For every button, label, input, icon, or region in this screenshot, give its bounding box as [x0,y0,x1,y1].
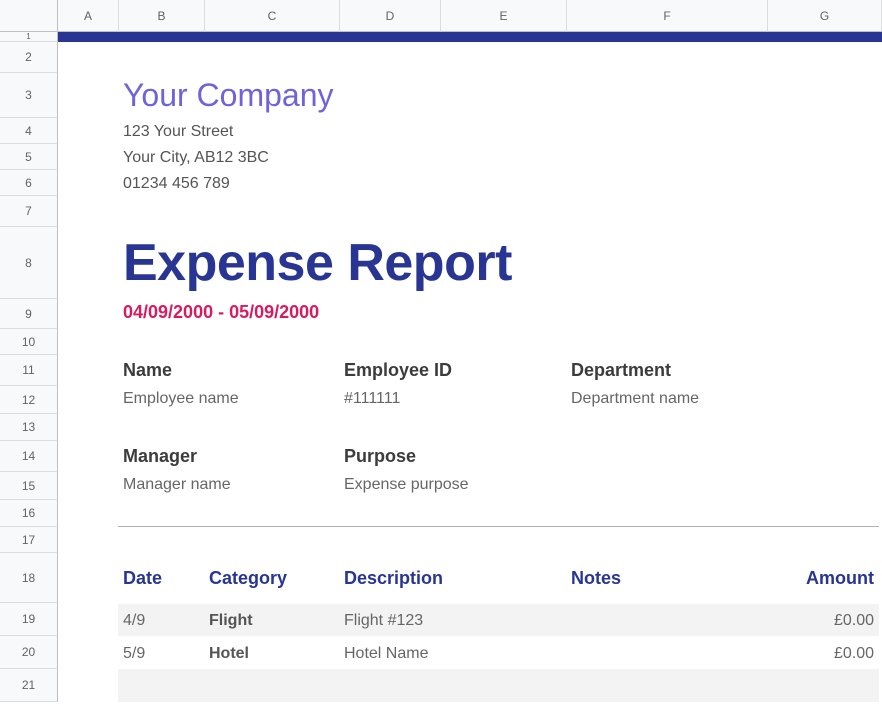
column-header-f[interactable]: F [567,0,768,32]
row-header-4[interactable]: 4 [0,118,58,144]
table-header-notes[interactable]: Notes [571,568,621,589]
row-header-12[interactable]: 12 [0,386,58,414]
row-header-18[interactable]: 18 [0,553,58,603]
row-header-2[interactable]: 2 [0,42,58,73]
purpose-value[interactable]: Expense purpose [344,476,469,494]
company-name[interactable]: Your Company [123,77,334,114]
employee-id-value[interactable]: #111111 [344,390,400,408]
row-2-description[interactable]: Hotel Name [344,645,428,663]
manager-label[interactable]: Manager [123,446,197,467]
company-phone[interactable]: 01234 456 789 [123,175,230,193]
employee-id-label[interactable]: Employee ID [344,360,452,381]
table-header-date[interactable]: Date [123,568,162,589]
column-header-c[interactable]: C [205,0,340,32]
department-label[interactable]: Department [571,360,671,381]
row-header-1[interactable]: 1 [0,32,58,42]
row-header-9[interactable]: 9 [0,299,58,329]
row-header-8[interactable]: 8 [0,227,58,299]
row-2-date[interactable]: 5/9 [123,645,145,663]
accent-bar [58,32,882,42]
report-date-range[interactable]: 04/09/2000 - 05/09/2000 [123,302,319,323]
row-header-16[interactable]: 16 [0,500,58,527]
purpose-label[interactable]: Purpose [344,446,416,467]
row-1-category[interactable]: Flight [209,612,253,630]
report-title[interactable]: Expense Report [123,233,512,293]
table-header-amount[interactable]: Amount [806,568,874,589]
row-header-21[interactable]: 21 [0,669,58,702]
row-header-3[interactable]: 3 [0,73,58,118]
row-2-amount[interactable]: £0.00 [834,645,874,663]
table-header-description[interactable]: Description [344,568,443,589]
row-header-11[interactable]: 11 [0,355,58,386]
row-header-5[interactable]: 5 [0,144,58,170]
row-1-amount[interactable]: £0.00 [834,612,874,630]
row-1-date[interactable]: 4/9 [123,612,145,630]
section-divider [118,526,879,527]
row-header-19[interactable]: 19 [0,603,58,636]
row-header-20[interactable]: 20 [0,636,58,669]
row-header-6[interactable]: 6 [0,170,58,196]
table-row-empty[interactable] [118,669,879,702]
row-2-category[interactable]: Hotel [209,645,249,663]
column-header-g[interactable]: G [768,0,882,32]
select-all-corner[interactable] [0,0,58,32]
column-header-d[interactable]: D [340,0,441,32]
name-label[interactable]: Name [123,360,172,381]
manager-value[interactable]: Manager name [123,476,231,494]
department-value[interactable]: Department name [571,390,699,408]
row-header-7[interactable]: 7 [0,196,58,227]
column-header-b[interactable]: B [119,0,205,32]
name-value[interactable]: Employee name [123,390,239,408]
row-header-17[interactable]: 17 [0,527,58,553]
company-city[interactable]: Your City, AB12 3BC [123,149,269,167]
table-header-category[interactable]: Category [209,568,287,589]
row-header-14[interactable]: 14 [0,441,58,472]
row-1-description[interactable]: Flight #123 [344,612,423,630]
company-street[interactable]: 123 Your Street [123,123,233,141]
row-header-10[interactable]: 10 [0,329,58,355]
row-header-15[interactable]: 15 [0,472,58,500]
row-header-13[interactable]: 13 [0,414,58,441]
column-header-a[interactable]: A [58,0,119,32]
column-header-e[interactable]: E [441,0,567,32]
